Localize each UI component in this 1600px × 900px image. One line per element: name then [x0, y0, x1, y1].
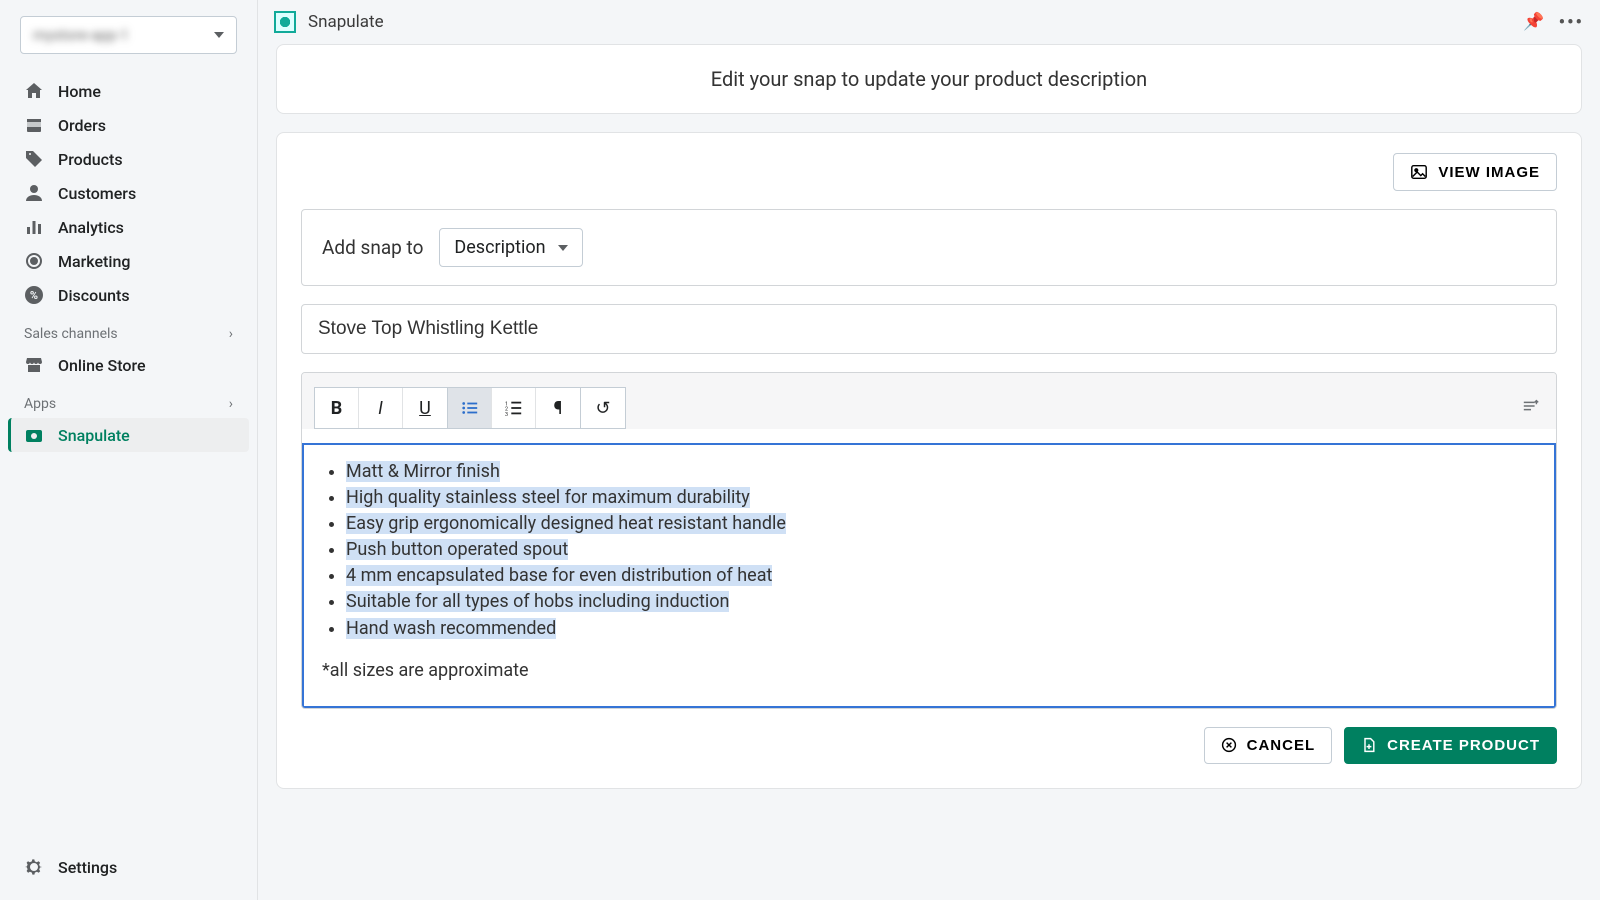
sidebar-item-snapulate[interactable]: Snapulate: [8, 418, 249, 452]
analytics-icon: [24, 217, 44, 237]
app-logo-icon: [274, 11, 296, 33]
create-product-button[interactable]: CREATE PRODUCT: [1344, 727, 1557, 764]
sidebar-section-apps: Apps ›: [8, 382, 249, 418]
bullet-item: High quality stainless steel for maximum…: [346, 487, 750, 508]
bullet-item: Matt & Mirror finish: [346, 461, 500, 482]
italic-button[interactable]: I: [359, 388, 403, 428]
sidebar-item-customers[interactable]: Customers: [8, 176, 249, 210]
sidebar-item-label: Discounts: [58, 286, 130, 305]
store-selector[interactable]: mystore-app-1: [20, 16, 237, 54]
pin-icon[interactable]: 📌: [1523, 12, 1544, 32]
chevron-right-icon[interactable]: ›: [229, 396, 233, 412]
bullet-item: Suitable for all types of hobs including…: [346, 591, 729, 612]
banner-card: Edit your snap to update your product de…: [276, 44, 1582, 114]
footnote: *all sizes are approximate: [322, 658, 1536, 684]
discount-icon: %: [24, 285, 44, 305]
sidebar-item-label: Products: [58, 150, 123, 169]
banner-text: Edit your snap to update your product de…: [711, 67, 1147, 91]
undo-button[interactable]: ↺: [581, 388, 625, 428]
section-label: Apps: [24, 396, 56, 412]
sidebar-item-label: Customers: [58, 184, 136, 203]
app-bar: Snapulate 📌 •••: [258, 0, 1600, 44]
app-title: Snapulate: [308, 12, 384, 32]
sidebar-item-label: Orders: [58, 116, 106, 135]
home-icon: [24, 81, 44, 101]
svg-text:%: %: [30, 289, 38, 302]
product-title-input[interactable]: [301, 304, 1557, 354]
user-icon: [24, 183, 44, 203]
sidebar-item-marketing[interactable]: Marketing: [8, 244, 249, 278]
rich-text-editor: B I U 123 ¶ ↺: [301, 372, 1557, 709]
sidebar-item-label: Analytics: [58, 218, 124, 237]
button-label: VIEW IMAGE: [1438, 164, 1540, 181]
editor-card: VIEW IMAGE Add snap to Description: [276, 132, 1582, 789]
target-icon: [24, 251, 44, 271]
bullet-list-button[interactable]: [448, 388, 492, 428]
sidebar: mystore-app-1 Home Orders Products Custo…: [0, 0, 258, 900]
expand-icon[interactable]: [1518, 393, 1544, 423]
button-label: CANCEL: [1247, 737, 1316, 754]
sidebar-item-home[interactable]: Home: [8, 74, 249, 108]
destination-row: Add snap to Description: [301, 209, 1557, 286]
store-name: mystore-app-1: [33, 26, 129, 44]
sidebar-item-label: Snapulate: [58, 426, 130, 445]
image-icon: [1410, 163, 1428, 181]
sidebar-item-settings[interactable]: Settings: [8, 850, 249, 884]
bullet-item: 4 mm encapsulated base for even distribu…: [346, 565, 772, 586]
underline-button[interactable]: U: [403, 388, 447, 428]
chevron-down-icon: [558, 245, 568, 251]
button-label: CREATE PRODUCT: [1387, 737, 1540, 754]
inbox-icon: [24, 115, 44, 135]
sidebar-item-label: Settings: [58, 858, 117, 877]
numbered-list-button[interactable]: 123: [492, 388, 536, 428]
bold-button[interactable]: B: [315, 388, 359, 428]
close-circle-icon: [1221, 737, 1237, 753]
store-icon: [24, 355, 44, 375]
gear-icon: [24, 857, 44, 877]
chevron-right-icon[interactable]: ›: [229, 326, 233, 342]
destination-select[interactable]: Description: [439, 228, 582, 267]
cancel-button[interactable]: CANCEL: [1204, 727, 1333, 764]
select-value: Description: [454, 237, 545, 258]
sidebar-item-discounts[interactable]: % Discounts: [8, 278, 249, 312]
editor-body[interactable]: Matt & Mirror finish High quality stainl…: [302, 443, 1556, 708]
tag-icon: [24, 149, 44, 169]
sidebar-item-analytics[interactable]: Analytics: [8, 210, 249, 244]
sidebar-item-products[interactable]: Products: [8, 142, 249, 176]
sidebar-item-label: Home: [58, 82, 101, 101]
file-plus-icon: [1361, 737, 1377, 753]
camera-icon: [24, 425, 44, 445]
add-snap-label: Add snap to: [322, 236, 423, 259]
sidebar-item-label: Marketing: [58, 252, 130, 271]
chevron-down-icon: [214, 32, 224, 38]
view-image-button[interactable]: VIEW IMAGE: [1393, 153, 1557, 191]
svg-text:3: 3: [505, 412, 508, 417]
sidebar-section-sales: Sales channels ›: [8, 312, 249, 348]
section-label: Sales channels: [24, 326, 118, 342]
sidebar-item-online-store[interactable]: Online Store: [8, 348, 249, 382]
bullet-item: Easy grip ergonomically designed heat re…: [346, 513, 786, 534]
sidebar-item-label: Online Store: [58, 356, 146, 375]
editor-toolbar: B I U 123 ¶ ↺: [302, 373, 1556, 429]
paragraph-button[interactable]: ¶: [536, 388, 580, 428]
more-icon[interactable]: •••: [1559, 12, 1584, 33]
sidebar-item-orders[interactable]: Orders: [8, 108, 249, 142]
bullet-item: Hand wash recommended: [346, 618, 556, 639]
bullet-item: Push button operated spout: [346, 539, 568, 560]
